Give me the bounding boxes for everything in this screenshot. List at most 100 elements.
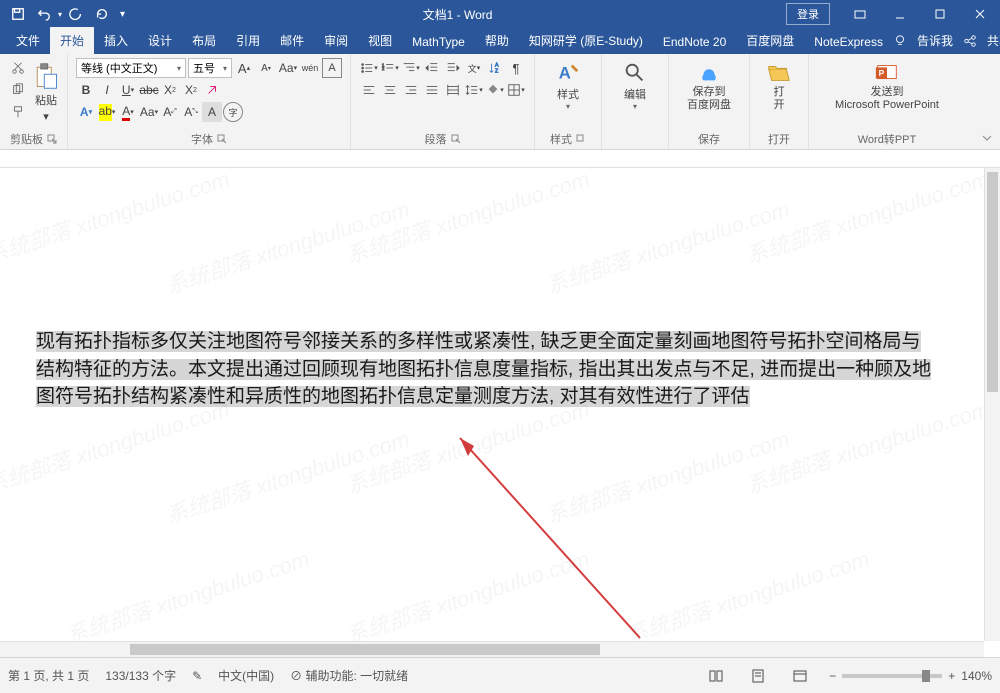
font-color-icon[interactable]: A▾: [118, 102, 138, 122]
distributed-icon[interactable]: [443, 80, 463, 100]
tab-file[interactable]: 文件: [6, 27, 50, 54]
tab-mathtype[interactable]: MathType: [402, 30, 475, 54]
hscroll-thumb[interactable]: [130, 644, 600, 655]
document-paragraph[interactable]: 现有拓扑指标多仅关注地图符号邻接关系的多样性或紧凑性, 缺乏更全面定量刻画地图符…: [36, 328, 932, 411]
text-effects-icon[interactable]: A▾: [76, 102, 96, 122]
tab-help[interactable]: 帮助: [475, 27, 519, 54]
align-right-icon[interactable]: [401, 80, 421, 100]
italic-icon[interactable]: I: [97, 80, 117, 100]
maximize-icon[interactable]: [920, 0, 960, 28]
qat-customize[interactable]: ▾: [116, 9, 129, 20]
numbering-icon[interactable]: 12▾: [380, 58, 400, 78]
selected-text[interactable]: 现有拓扑指标多仅关注地图符号邻接关系的多样性或紧凑性, 缺乏更全面定量刻画地图符…: [36, 331, 931, 407]
phonetic-guide-icon[interactable]: wén: [300, 58, 320, 78]
bold-icon[interactable]: B: [76, 80, 96, 100]
tab-home[interactable]: 开始: [50, 27, 94, 54]
status-accessibility[interactable]: ⊘ 辅助功能: 一切就绪: [290, 667, 408, 684]
zoom-level[interactable]: 140%: [961, 669, 992, 683]
status-spellcheck-icon[interactable]: ✎: [192, 669, 202, 683]
increase-indent-icon[interactable]: [443, 58, 463, 78]
tab-design[interactable]: 设计: [138, 27, 182, 54]
collapse-ribbon-icon[interactable]: [980, 131, 996, 147]
close-icon[interactable]: [960, 0, 1000, 28]
clipboard-dialog-launcher[interactable]: [47, 134, 57, 144]
tab-noteexpress[interactable]: NoteExpress: [804, 30, 893, 54]
vscroll-thumb[interactable]: [987, 172, 998, 392]
shading-icon[interactable]: ▾: [485, 80, 505, 100]
tab-mailings[interactable]: 邮件: [270, 27, 314, 54]
align-center-icon[interactable]: [380, 80, 400, 100]
send-to-powerpoint-button[interactable]: P 发送到 Microsoft PowerPoint: [817, 58, 957, 112]
enclosed-char-icon[interactable]: 字: [223, 102, 243, 122]
font-dialog-launcher[interactable]: [217, 134, 227, 144]
paste-button[interactable]: 粘贴 ▾: [32, 58, 60, 123]
tab-references[interactable]: 引用: [226, 27, 270, 54]
redo-icon[interactable]: [64, 2, 88, 26]
print-layout-icon[interactable]: [745, 664, 771, 688]
login-button[interactable]: 登录: [786, 3, 830, 25]
clear-formatting-icon[interactable]: [202, 80, 222, 100]
save-icon[interactable]: [6, 2, 30, 26]
tab-baidu[interactable]: 百度网盘: [736, 27, 804, 54]
zoom-in-icon[interactable]: +: [948, 669, 955, 683]
editing-button[interactable]: 编辑▾: [610, 58, 660, 111]
justify-icon[interactable]: [422, 80, 442, 100]
share-button[interactable]: 共享: [981, 27, 1000, 54]
multilevel-list-icon[interactable]: ▾: [401, 58, 421, 78]
zoom-thumb[interactable]: [922, 670, 930, 682]
status-word-count[interactable]: 133/133 个字: [105, 667, 176, 684]
styles-button[interactable]: A 样式▾: [543, 58, 593, 111]
refresh-icon[interactable]: [90, 2, 114, 26]
bullets-icon[interactable]: ▾: [359, 58, 379, 78]
font-name-combo[interactable]: 等线 (中文正文)▾: [76, 58, 186, 78]
horizontal-scrollbar[interactable]: [0, 641, 984, 657]
styles-dialog-launcher[interactable]: [576, 134, 586, 144]
decrease-indent-icon[interactable]: [422, 58, 442, 78]
highlight-icon[interactable]: ab▾: [97, 102, 117, 122]
asian-layout-icon[interactable]: 文▾: [464, 58, 484, 78]
grow-font-icon[interactable]: A▴: [234, 58, 254, 78]
horizontal-ruler[interactable]: [0, 150, 1000, 168]
tab-insert[interactable]: 插入: [94, 27, 138, 54]
status-language[interactable]: 中文(中国): [218, 667, 274, 684]
tab-estudy[interactable]: 知网研学 (原E-Study): [519, 27, 653, 54]
cut-icon[interactable]: [8, 58, 28, 78]
read-mode-icon[interactable]: [703, 664, 729, 688]
sort-icon[interactable]: AZ: [485, 58, 505, 78]
strikethrough-icon[interactable]: abc: [139, 80, 159, 100]
character-shading-icon[interactable]: Aa▾: [139, 102, 159, 122]
page[interactable]: 现有拓扑指标多仅关注地图符号邻接关系的多样性或紧凑性, 缺乏更全面定量刻画地图符…: [10, 168, 990, 657]
superscript-icon[interactable]: X2: [181, 80, 201, 100]
tab-endnote[interactable]: EndNote 20: [653, 30, 736, 54]
enclose-characters-icon[interactable]: A⤢: [160, 102, 180, 122]
change-case-icon[interactable]: Aa▾: [278, 58, 298, 78]
line-spacing-icon[interactable]: ▾: [464, 80, 484, 100]
font-size-combo[interactable]: 五号▾: [188, 58, 232, 78]
tell-me-button[interactable]: 告诉我: [911, 27, 959, 54]
character-border-icon[interactable]: A: [322, 58, 342, 78]
format-painter-icon[interactable]: [8, 102, 28, 122]
show-marks-icon[interactable]: ¶: [506, 58, 526, 78]
copy-icon[interactable]: [8, 80, 28, 100]
tab-layout[interactable]: 布局: [182, 27, 226, 54]
underline-icon[interactable]: U▾: [118, 80, 138, 100]
save-to-baidu-button[interactable]: 保存到 百度网盘: [677, 58, 741, 112]
minimize-icon[interactable]: [880, 0, 920, 28]
shrink-font-icon[interactable]: A▾: [256, 58, 276, 78]
undo-dropdown[interactable]: ▾: [58, 10, 62, 19]
vertical-scrollbar[interactable]: [984, 168, 1000, 641]
zoom-out-icon[interactable]: −: [829, 669, 836, 683]
open-button[interactable]: 打 开: [758, 58, 800, 112]
borders-icon[interactable]: ▾: [506, 80, 526, 100]
undo-icon[interactable]: [32, 2, 56, 26]
tab-review[interactable]: 审阅: [314, 27, 358, 54]
zoom-slider[interactable]: [842, 674, 942, 678]
character-shading2-icon[interactable]: A: [202, 102, 222, 122]
paragraph-dialog-launcher[interactable]: [451, 134, 461, 144]
ribbon-display-icon[interactable]: [840, 0, 880, 28]
subscript-icon[interactable]: X2: [160, 80, 180, 100]
web-layout-icon[interactable]: [787, 664, 813, 688]
status-page[interactable]: 第 1 页, 共 1 页: [8, 667, 89, 684]
tab-view[interactable]: 视图: [358, 27, 402, 54]
align-left-icon[interactable]: [359, 80, 379, 100]
